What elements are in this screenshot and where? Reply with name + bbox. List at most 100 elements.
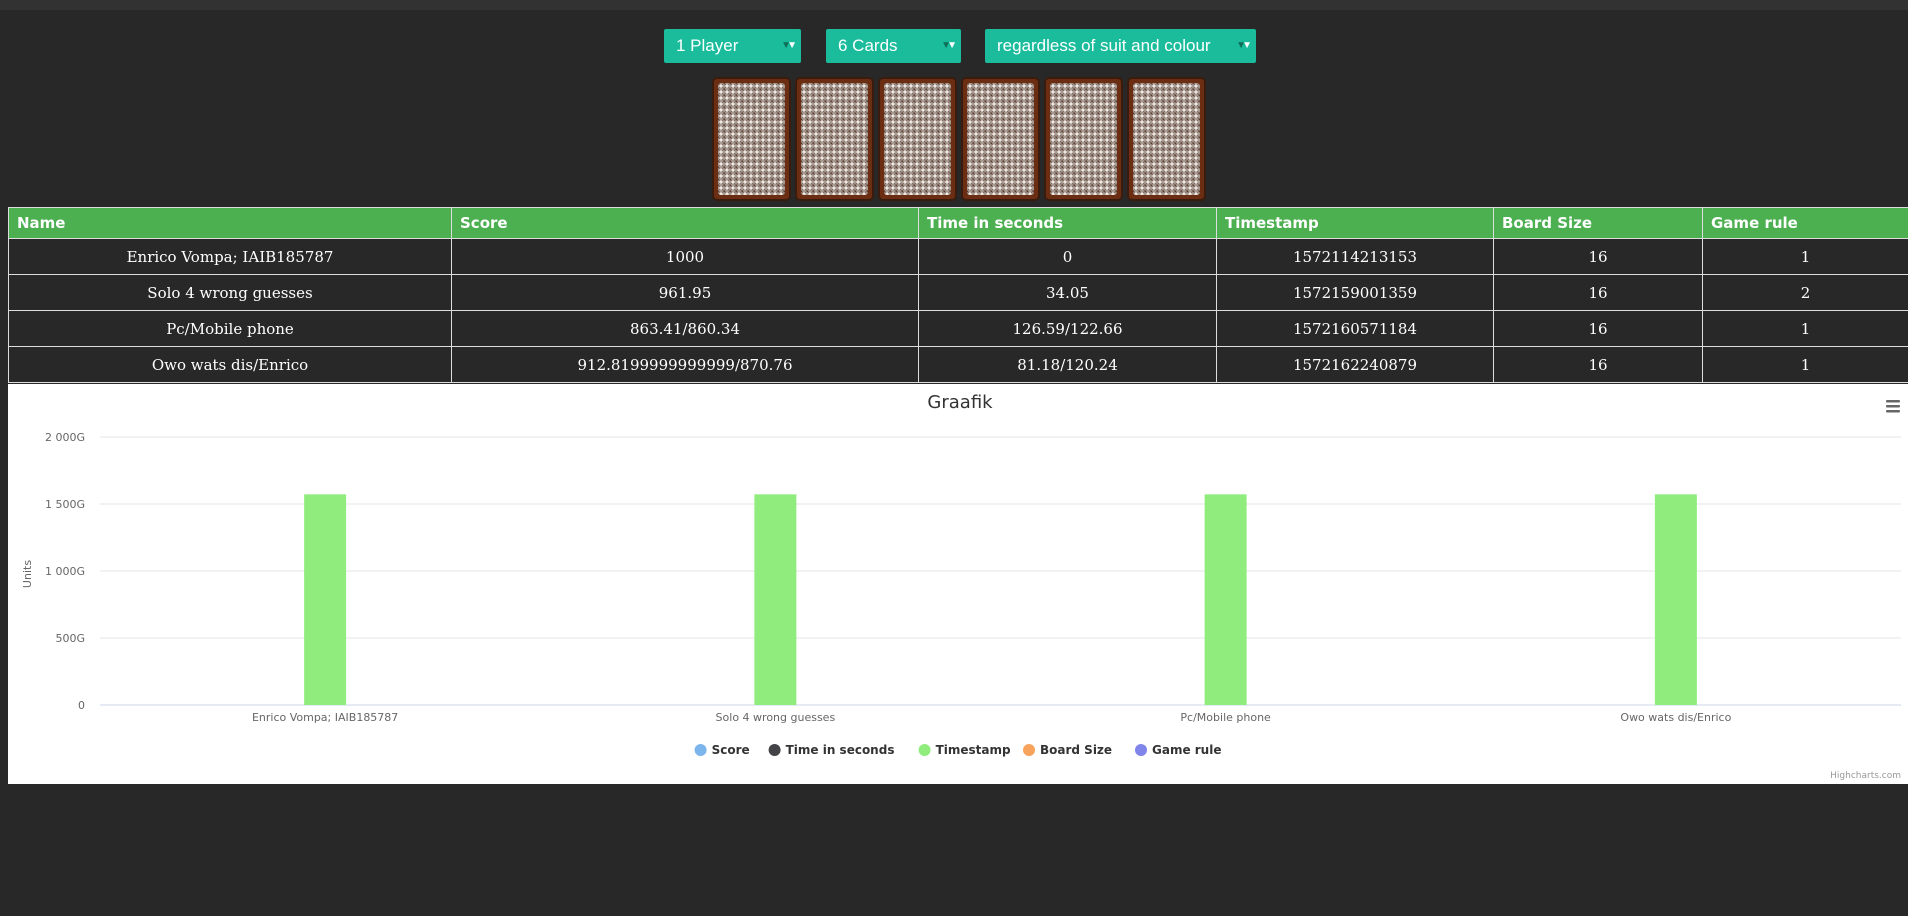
- legend-item[interactable]: Board Size: [1023, 743, 1112, 757]
- cell-score: 912.8199999999999/870.76: [451, 346, 919, 383]
- card-back-pattern: [718, 83, 785, 195]
- chevron-down-icon: ▼: [1242, 40, 1252, 51]
- cell-game-rule: 1: [1702, 310, 1908, 347]
- header-timestamp: Timestamp: [1216, 207, 1494, 239]
- game-settings: 1 Player ▼ ▼ 6 Cards ▼ ▼ regardless of s…: [0, 29, 1908, 63]
- bar-timestamp[interactable]: [1204, 494, 1247, 705]
- legend-marker: [1023, 744, 1035, 756]
- y-tick-label: 2 000G: [45, 431, 85, 444]
- card-back-pattern: [884, 83, 951, 195]
- legend-label: Board Size: [1040, 743, 1112, 757]
- cell-time: 81.18/120.24: [918, 346, 1217, 383]
- cell-score: 863.41/860.34: [451, 310, 919, 347]
- legend-marker: [1135, 744, 1147, 756]
- table-row: Solo 4 wrong guesses 961.95 34.05 157215…: [8, 274, 1908, 311]
- header-board-size: Board Size: [1493, 207, 1703, 239]
- card-back-pattern: [801, 83, 868, 195]
- hamburger-menu-icon[interactable]: [1884, 398, 1900, 414]
- y-tick-label: 0: [78, 699, 85, 712]
- cell-board-size: 16: [1493, 346, 1703, 383]
- menu-bar-top: [1886, 400, 1900, 403]
- legend-marker: [768, 744, 781, 756]
- legend-label: Game rule: [1152, 743, 1221, 757]
- cell-board-size: 16: [1493, 274, 1703, 311]
- cell-timestamp: 1572159001359: [1216, 274, 1494, 311]
- cell-board-size: 16: [1493, 238, 1703, 275]
- cell-name: Enrico Vompa; IAIB185787: [8, 238, 452, 275]
- face-down-card[interactable]: [712, 77, 791, 201]
- cell-game-rule: 1: [1702, 238, 1908, 275]
- y-tick-label: 1 500G: [45, 498, 85, 511]
- scoreboard-table: Name Score Time in seconds Timestamp Boa…: [8, 207, 1908, 383]
- chart-title: Graafik: [927, 392, 993, 413]
- cell-game-rule: 2: [1702, 274, 1908, 311]
- bar-timestamp[interactable]: [1654, 494, 1697, 705]
- legend-label: Timestamp: [936, 743, 1011, 757]
- cell-game-rule: 1: [1702, 346, 1908, 383]
- header-time: Time in seconds: [918, 207, 1217, 239]
- cell-time: 126.59/122.66: [918, 310, 1217, 347]
- cell-name: Owo wats dis/Enrico: [8, 346, 452, 383]
- legend-label: Time in seconds: [786, 743, 895, 757]
- face-down-card[interactable]: [1044, 77, 1123, 201]
- face-down-card[interactable]: [1127, 77, 1206, 201]
- legend-item[interactable]: Game rule: [1135, 743, 1221, 757]
- cell-score: 961.95: [451, 274, 919, 311]
- card-count-value: 6 Cards: [838, 36, 898, 55]
- x-axis-ticks: Enrico Vompa; IAIB185787 Solo 4 wrong gue…: [252, 711, 1732, 724]
- legend-marker: [918, 744, 931, 756]
- table-row: Enrico Vompa; IAIB185787 1000 0 15721142…: [8, 238, 1908, 275]
- x-tick-label: Pc/Mobile phone: [1180, 711, 1271, 724]
- y-tick-label: 500G: [55, 632, 85, 645]
- card-back-pattern: [967, 83, 1034, 195]
- chart-legend: Score Time in seconds Timestamp Board Size G…: [694, 743, 1221, 757]
- legend-marker: [694, 744, 707, 756]
- chevron-down-icon: ▼: [947, 40, 957, 51]
- legend-item[interactable]: Time in seconds: [768, 743, 895, 757]
- card-back-pattern: [1133, 83, 1200, 195]
- header-game-rule: Game rule: [1702, 207, 1908, 239]
- table-row: Pc/Mobile phone 863.41/860.34 126.59/122…: [8, 310, 1908, 347]
- game-rule-select[interactable]: regardless of suit and colour ▼ ▼: [985, 29, 1256, 63]
- y-tick-label: 1 000G: [45, 565, 85, 578]
- bar-timestamp[interactable]: [304, 494, 347, 705]
- header-score: Score: [451, 207, 919, 239]
- cell-board-size: 16: [1493, 310, 1703, 347]
- cell-name: Solo 4 wrong guesses: [8, 274, 452, 311]
- bar-chart: Graafik 0 500G 1 000G 1 500G 2 000G Units En…: [21, 392, 1901, 781]
- bar-timestamp[interactable]: [754, 494, 797, 705]
- table-header-row: Name Score Time in seconds Timestamp Boa…: [8, 207, 1908, 239]
- table-row: Owo wats dis/Enrico 912.8199999999999/87…: [8, 346, 1908, 383]
- cell-time: 34.05: [918, 274, 1217, 311]
- face-down-card[interactable]: [795, 77, 874, 201]
- chevron-down-icon: ▼: [787, 40, 797, 51]
- y-axis-ticks: 0 500G 1 000G 1 500G 2 000G: [45, 431, 85, 712]
- card-board: [712, 77, 1208, 201]
- cell-timestamp: 1572162240879: [1216, 346, 1494, 383]
- x-tick-label: Solo 4 wrong guesses: [716, 711, 836, 724]
- chart-container: Graafik 0 500G 1 000G 1 500G 2 000G Units En…: [8, 384, 1908, 784]
- card-count-select[interactable]: 6 Cards ▼ ▼: [826, 29, 961, 63]
- cell-timestamp: 1572160571184: [1216, 310, 1494, 347]
- cell-score: 1000: [451, 238, 919, 275]
- menu-bar-middle: [1886, 405, 1900, 408]
- cell-timestamp: 1572114213153: [1216, 238, 1494, 275]
- legend-item[interactable]: Score: [694, 743, 750, 757]
- cell-time: 0: [918, 238, 1217, 275]
- legend-label: Score: [712, 743, 750, 757]
- cell-name: Pc/Mobile phone: [8, 310, 452, 347]
- face-down-card[interactable]: [961, 77, 1040, 201]
- chart-bars: [304, 494, 1697, 705]
- card-back-pattern: [1050, 83, 1117, 195]
- player-count-select[interactable]: 1 Player ▼ ▼: [664, 29, 801, 63]
- header-name: Name: [8, 207, 452, 239]
- legend-item[interactable]: Timestamp: [918, 743, 1011, 757]
- x-tick-label: Enrico Vompa; IAIB185787: [252, 711, 398, 724]
- face-down-card[interactable]: [878, 77, 957, 201]
- game-rule-value: regardless of suit and colour: [997, 36, 1211, 55]
- chart-credits[interactable]: Highcharts.com: [1830, 771, 1901, 781]
- player-count-value: 1 Player: [676, 36, 739, 55]
- chart-gridlines: [100, 436, 1901, 706]
- x-tick-label: Owo wats dis/Enrico: [1620, 711, 1731, 724]
- top-bar: [0, 0, 1908, 10]
